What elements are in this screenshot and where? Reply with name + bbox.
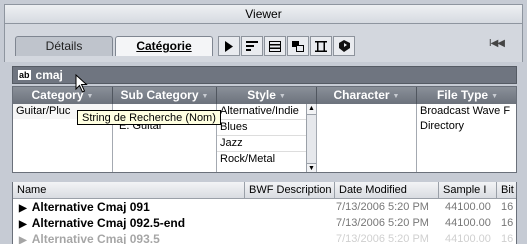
window-title: Viewer [4,4,523,24]
search-text-icon: ab [18,70,31,80]
column-bwf-description[interactable]: BWF Description [245,182,335,198]
play-triangle-icon[interactable]: ▶ [19,235,27,244]
scroll-up-icon[interactable]: ▲ [307,104,316,115]
style-value[interactable]: Rock/Metal [217,152,316,167]
play-icon[interactable] [218,36,240,56]
column-bit-depth[interactable]: Bit I [497,182,516,198]
search-string: cmaj [35,68,63,82]
header-sub-category[interactable]: Sub Category ▼ [113,87,217,104]
scroll-down-icon[interactable]: ▼ [307,163,316,172]
style-column: Alternative/Indie Blues Jazz Rock/Metal … [217,104,317,172]
style-scrollbar[interactable]: ▲ ▼ [306,104,316,172]
tab-categorie[interactable]: Catégorie [115,36,213,56]
list-view-icon[interactable] [264,36,286,56]
sound-icon[interactable] [333,36,355,56]
play-triangle-icon[interactable]: ▶ [19,203,27,214]
header-file-type[interactable]: File Type ▼ [417,87,516,104]
resize-icon[interactable] [310,36,332,56]
viewer-window: Viewer Détails Catégorie I◀◀ ab cmaj Cat… [0,0,527,244]
file-type-value[interactable]: Directory [417,119,516,134]
file-row[interactable]: ▶ Alternative Cmaj 092.5-end 7/13/2006 5:… [13,215,516,231]
file-list: Name BWF Description Date Modified Sampl… [12,182,517,244]
file-row[interactable]: ▶ Alternative Cmaj 093.5 7/13/2006 5:20 P… [13,231,516,244]
column-date-modified[interactable]: Date Modified [335,182,439,198]
tab-toolbar-area: Détails Catégorie I◀◀ [4,24,523,62]
header-style[interactable]: Style ▼ [217,87,317,104]
split-view-icon[interactable] [287,36,309,56]
file-row[interactable]: ▶ Alternative Cmaj 091 7/13/2006 5:20 PM … [13,199,516,215]
header-category[interactable]: Category ▼ [13,87,113,104]
header-character[interactable]: Character ▼ [317,87,417,104]
mouse-cursor-icon [75,74,88,93]
style-value[interactable]: Blues [217,120,316,136]
play-triangle-icon[interactable]: ▶ [19,219,27,230]
tooltip: String de Recherche (Nom) [77,110,221,125]
style-value[interactable]: Jazz [217,136,316,152]
column-sample-rate[interactable]: Sample I [439,182,497,198]
category-filter-grid: Category ▼ Sub Category ▼ Style ▼ Character… [12,86,517,173]
file-type-value[interactable]: Broadcast Wave F [417,104,516,119]
file-list-header: Name BWF Description Date Modified Sampl… [13,182,516,199]
column-name[interactable]: Name [13,182,245,198]
style-value[interactable]: Alternative/Indie [217,104,316,120]
list-filter-icon[interactable] [241,36,263,56]
character-column [317,104,417,172]
tab-details[interactable]: Détails [15,36,113,56]
file-type-column: Broadcast Wave F Directory [417,104,516,172]
view-toolbar [218,36,355,56]
rewind-icon[interactable]: I◀◀ [489,38,505,49]
